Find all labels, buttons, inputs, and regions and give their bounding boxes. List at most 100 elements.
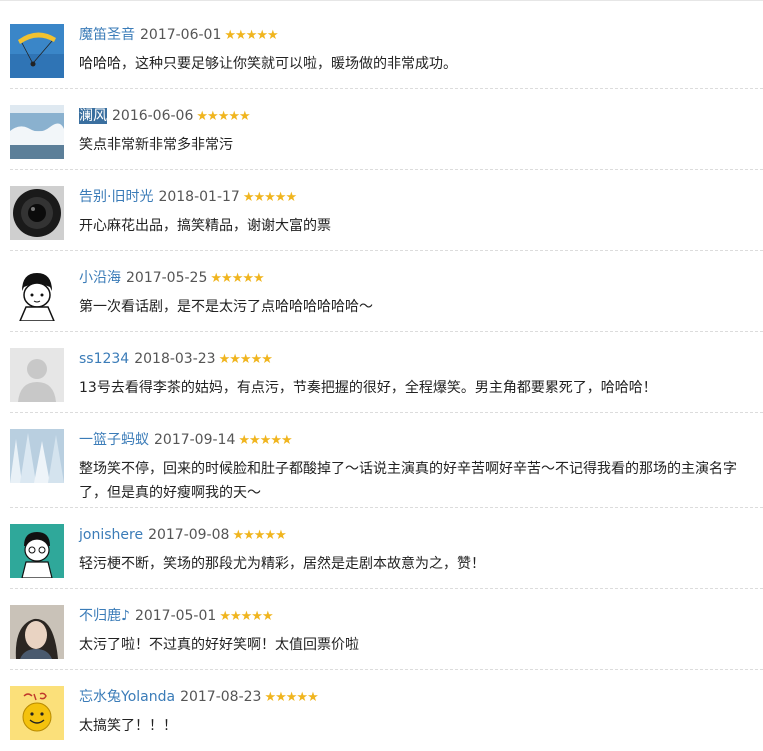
star-rating: ★★★★★	[210, 271, 265, 286]
star-icon: ★	[267, 28, 279, 43]
star-rating: ★★★★★	[224, 28, 279, 43]
star-icon: ★	[210, 271, 222, 286]
review-text: 哈哈哈，这种只要足够让你笑就可以啦，暖场做的非常成功。	[79, 56, 457, 72]
username[interactable]: 澜风	[79, 108, 107, 124]
sea-waves-avatar-image	[10, 105, 64, 159]
star-icon: ★	[264, 190, 276, 205]
divider	[10, 331, 763, 332]
star-rating: ★★★★★	[238, 433, 292, 448]
star-icon: ★	[256, 28, 268, 43]
review-text: 第一次看话剧，是不是太污了点哈哈哈哈哈哈～	[79, 299, 373, 315]
star-rating: ★★★★★	[218, 352, 273, 367]
review-date: 2017-05-25	[126, 270, 208, 286]
cartoon-boy-avatar-image	[10, 267, 64, 321]
username[interactable]: 小沿海	[79, 270, 121, 286]
review-meta: 魔笛圣音 2017-06-01 ★★★★★	[79, 25, 279, 45]
username[interactable]: jonishere	[79, 527, 143, 543]
star-icon: ★	[238, 433, 250, 448]
default-person-icon	[10, 348, 64, 402]
star-icon: ★	[259, 433, 272, 448]
star-icon: ★	[232, 528, 244, 543]
star-rating: ★★★★★	[264, 690, 319, 705]
star-icon: ★	[229, 352, 241, 367]
star-rating: ★★★★★	[219, 609, 274, 624]
star-icon: ★	[251, 609, 263, 624]
review-date: 2017-09-08	[148, 527, 230, 543]
avatar[interactable]	[10, 186, 64, 240]
review-meta: 不归鹿♪ 2017-05-01 ★★★★★	[79, 606, 274, 626]
avatar[interactable]	[10, 267, 64, 321]
star-icon: ★	[228, 109, 240, 124]
avatar[interactable]	[10, 24, 64, 78]
review-text: 13号去看得李茶的姑妈，有点污，节奏把握的很好，全程爆笑。男主角都要累死了，哈哈…	[79, 380, 657, 396]
star-icon: ★	[275, 690, 287, 705]
username[interactable]: 不归鹿♪	[79, 608, 130, 624]
username[interactable]: 一篮子蚂蚁	[79, 432, 149, 448]
star-icon: ★	[253, 528, 266, 543]
star-icon: ★	[264, 690, 276, 705]
avatar[interactable]	[10, 524, 64, 578]
review-text: 太污了啦！不过真的好好笑啊！太值回票价啦	[79, 637, 359, 653]
review-text: 轻污梗不断，笑场的那段尤为精彩，居然是走剧本故意为之，赞！	[79, 556, 485, 572]
review-meta: 忘水兔Yolanda 2017-08-23 ★★★★★	[79, 687, 319, 707]
review-date: 2017-06-01	[140, 27, 222, 43]
star-icon: ★	[218, 352, 231, 367]
review-date: 2018-01-17	[158, 189, 240, 205]
star-icon: ★	[285, 190, 297, 205]
review-date: 2017-09-14	[154, 432, 236, 448]
star-icon: ★	[264, 528, 276, 543]
star-icon: ★	[224, 28, 236, 43]
username[interactable]: 告别·旧时光	[79, 189, 153, 205]
star-icon: ★	[239, 109, 251, 124]
star-icon: ★	[229, 609, 242, 624]
avatar[interactable]	[10, 348, 64, 402]
star-icon: ★	[242, 190, 255, 205]
cartoon-teal-avatar-image	[10, 524, 64, 578]
avatar[interactable]	[10, 605, 64, 659]
star-icon: ★	[245, 28, 258, 43]
divider	[10, 669, 763, 670]
star-rating: ★★★★★	[242, 190, 297, 205]
star-icon: ★	[207, 109, 219, 124]
review-date: 2016-06-06	[112, 108, 194, 124]
star-icon: ★	[240, 609, 253, 624]
avatar[interactable]	[10, 429, 64, 483]
star-icon: ★	[270, 433, 282, 448]
star-rating: ★★★★★	[196, 109, 251, 124]
star-icon: ★	[219, 609, 231, 624]
username[interactable]: 忘水兔Yolanda	[79, 689, 175, 705]
star-icon: ★	[261, 609, 274, 624]
review-date: 2018-03-23	[134, 351, 216, 367]
star-icon: ★	[253, 271, 265, 286]
girl-photo-avatar-image	[10, 605, 64, 659]
avatar[interactable]	[10, 686, 64, 740]
star-icon: ★	[221, 271, 233, 286]
star-icon: ★	[196, 109, 208, 124]
star-icon: ★	[275, 528, 287, 543]
frozen-waterfall-avatar-image	[10, 429, 64, 483]
star-icon: ★	[285, 690, 298, 705]
review-meta: ss1234 2018-03-23 ★★★★★	[79, 349, 273, 369]
review-meta: 澜风 2016-06-06 ★★★★★	[79, 106, 251, 126]
star-icon: ★	[242, 271, 254, 286]
username[interactable]: ss1234	[79, 351, 129, 367]
review-meta: 一篮子蚂蚁 2017-09-14 ★★★★★	[79, 430, 293, 450]
star-icon: ★	[231, 271, 244, 286]
camera-lens-avatar-image	[10, 186, 64, 240]
star-icon: ★	[235, 28, 247, 43]
divider	[10, 169, 763, 170]
review-meta: jonishere 2017-09-08 ★★★★★	[79, 525, 287, 545]
divider	[10, 507, 763, 508]
smile-face-avatar-image	[10, 686, 64, 740]
star-icon: ★	[253, 190, 265, 205]
divider	[10, 250, 763, 251]
star-icon: ★	[243, 528, 255, 543]
review-list: 魔笛圣音 2017-06-01 ★★★★★ 哈哈哈，这种只要足够让你笑就可以啦，暖场…	[0, 0, 763, 751]
username[interactable]: 魔笛圣音	[79, 27, 135, 43]
avatar[interactable]	[10, 105, 64, 159]
top-divider	[0, 0, 763, 1]
review-text: 开心麻花出品，搞笑精品，谢谢大富的票	[79, 218, 331, 234]
paraglider-avatar-image	[10, 24, 64, 78]
divider	[10, 88, 763, 89]
star-icon: ★	[307, 690, 319, 705]
